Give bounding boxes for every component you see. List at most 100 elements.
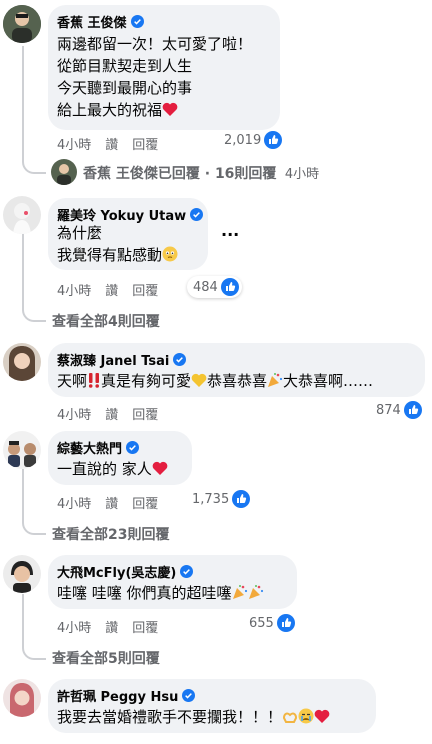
reply-button[interactable]: 回覆 [132,621,158,636]
crying-face-emoji [298,708,314,724]
reply-summary[interactable]: 香蕉 王俊傑已回覆 · 16則回覆 4小時 [83,163,319,183]
verified-badge-icon [182,689,196,702]
avatar[interactable] [3,5,41,43]
reply-author: 香蕉 王俊傑 [83,166,158,182]
like-count[interactable]: 484 [187,276,242,298]
reply-button[interactable]: 回覆 [132,138,158,153]
commenter-name-text[interactable]: 香蕉 王俊傑 [57,12,127,31]
view-all-replies-link[interactable]: 查看全部5則回覆 [52,648,160,668]
comment-text: 從節目默契走到人生 [57,57,193,75]
comment-text: 真是有夠可愛 [101,372,192,390]
verified-badge-icon [190,208,204,221]
party-popper-emoji [248,585,263,599]
comment-text: 我覺得有點感動 [57,246,163,264]
like-count-value: 484 [193,279,218,295]
party-popper-emoji [232,585,247,599]
view-all-replies-link[interactable]: 查看全部23則回覆 [52,524,169,544]
commenter-name[interactable]: 蔡淑臻 Janel Tsai [57,350,187,369]
teary-face-emoji [162,246,178,262]
double-exclamation-emoji [88,373,100,388]
timestamp[interactable]: 4小時 [57,408,91,423]
like-count[interactable]: 1,735 [192,490,251,508]
like-count[interactable]: 2,019 [224,131,283,149]
like-count[interactable]: 655 [249,614,295,632]
timestamp[interactable]: 4小時 [57,497,91,512]
comment-actions: 4小時讚回覆 [57,134,172,153]
verified-badge-icon [180,565,194,578]
comment-actions: 4小時讚回覆 [57,617,172,636]
reply-summary-time: 4小時 [284,167,320,182]
verified-badge-icon [126,441,140,454]
comment-actions: 4小時讚回覆 [57,493,172,512]
comment-text: 恭喜恭喜 [207,372,268,390]
comment-text-line: 天啊 真是有夠可愛 恭喜恭喜 大恭喜啊…… [57,370,373,392]
verified-badge-icon [130,15,144,28]
like-button[interactable]: 讚 [105,497,118,512]
comment-text-line: 我覺得有點感動 [57,244,178,266]
like-thumb-icon [264,131,283,149]
party-popper-emoji [268,373,283,387]
like-button[interactable]: 讚 [105,138,118,153]
yellow-heart-emoji [191,373,207,387]
reply-connector [22,150,46,174]
commenter-name[interactable]: 大飛McFly(吳志慶) [57,562,194,581]
timestamp[interactable]: 4小時 [57,621,91,636]
comment-text: 我要去當婚禮歌手不要攔我！！！ [57,708,283,726]
like-count[interactable]: 874 [376,401,422,419]
comment-text: 兩邊都留一次！太可愛了啦！ [57,35,253,53]
comment-text: 一直說的 家人 [57,460,152,478]
commenter-name[interactable]: 香蕉 王俊傑 [57,12,144,31]
avatar[interactable] [3,431,41,469]
like-button[interactable]: 讚 [105,408,118,423]
thread-line [22,469,24,521]
verified-badge-icon [173,353,187,366]
like-button[interactable]: 讚 [105,284,118,299]
like-button[interactable]: 讚 [105,621,118,636]
like-thumb-icon [403,401,422,419]
commenter-name-text[interactable]: 綜藝大熱門 [57,438,122,457]
comment-text: 天啊 [57,372,88,390]
avatar[interactable] [3,343,41,381]
reply-button[interactable]: 回覆 [132,284,158,299]
comment-text: 為什麼 [57,224,103,242]
comment-actions: 4小時讚回覆 [57,404,172,423]
comment-text-line: 給上最大的祝福 [57,99,178,121]
commenter-name[interactable]: 許哲珮 Peggy Hsu [57,686,196,705]
commenter-name-text[interactable]: 大飛McFly(吳志慶) [57,562,176,581]
like-count-value: 655 [249,615,274,631]
commenter-name-text[interactable]: 蔡淑臻 Janel Tsai [57,350,169,369]
timestamp[interactable]: 4小時 [57,138,91,153]
view-all-replies-link[interactable]: 查看全部4則回覆 [52,311,160,331]
heart-emoji [162,102,178,116]
commenter-name[interactable]: 綜藝大熱門 [57,438,140,457]
like-count-value: 1,735 [192,491,230,507]
like-count-value: 874 [376,402,401,418]
comment-text: 哇噻 哇噻 你們真的超哇噻 [57,584,232,602]
comment-text: 大恭喜啊…… [283,372,374,390]
reply-summary-text: 已回覆 · 16則回覆 [157,166,277,182]
like-thumb-icon [276,614,295,632]
avatar[interactable] [3,196,41,234]
like-thumb-icon [220,278,239,296]
reply-button[interactable]: 回覆 [132,408,158,423]
heart-hands-emoji [283,712,298,723]
heart-emoji [152,461,168,475]
like-count-value: 2,019 [224,132,262,148]
thread-line [22,46,24,156]
comment-text: 給上最大的祝福 [57,101,163,119]
like-thumb-icon [232,490,251,508]
reply-connector [22,640,46,660]
comment-text-line: 我要去當婚禮歌手不要攔我！！！ [57,706,330,728]
more-options-button[interactable]: ··· [221,225,239,244]
commenter-name-text[interactable]: 許哲珮 Peggy Hsu [57,686,178,705]
avatar[interactable] [3,679,41,717]
avatar[interactable] [3,555,41,593]
comment-text-line: 哇噻 哇噻 你們真的超哇噻 [57,582,264,604]
thread-line [22,234,24,308]
reply-connector [22,515,46,535]
avatar[interactable] [51,159,77,185]
comment-actions: 4小時讚回覆 [57,280,172,299]
comment-text: 今天聽到最開心的事 [57,79,193,97]
timestamp[interactable]: 4小時 [57,284,91,299]
reply-button[interactable]: 回覆 [132,497,158,512]
